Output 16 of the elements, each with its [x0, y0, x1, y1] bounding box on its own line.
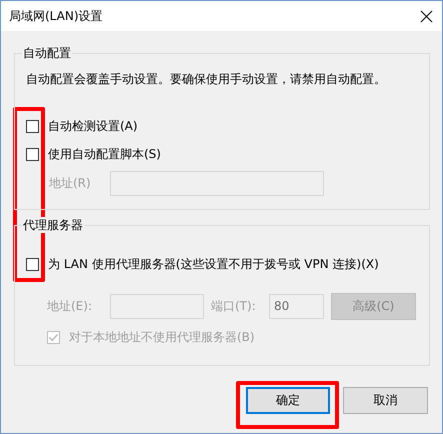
ok-button[interactable]: 确定 [246, 387, 330, 414]
checkbox-label[interactable]: 使用自动配置脚本(S) [48, 146, 161, 162]
group-title: 代理服务器 [22, 217, 84, 233]
checkbox-label[interactable]: 为 LAN 使用代理服务器(这些设置不用于拨号或 VPN 连接)(X) [48, 256, 379, 272]
checkbox-label[interactable]: 自动检测设置(A) [48, 118, 138, 134]
field-label: 端口(T): [211, 298, 257, 315]
checkbox[interactable] [26, 148, 39, 160]
cancel-button[interactable]: 取消 [343, 387, 428, 414]
checkbox[interactable] [26, 258, 39, 270]
field-label: 地址(R) [49, 175, 92, 192]
field-label: 地址(E): [47, 298, 93, 315]
window-title: 局域网(LAN)设置 [9, 8, 103, 24]
close-icon[interactable] [420, 10, 433, 22]
checkbox[interactable] [26, 120, 39, 132]
description-text: 自动配置会覆盖手动设置。要确保使用手动设置，请禁用自动配置。 [26, 71, 387, 87]
group-title: 自动配置 [22, 45, 72, 61]
